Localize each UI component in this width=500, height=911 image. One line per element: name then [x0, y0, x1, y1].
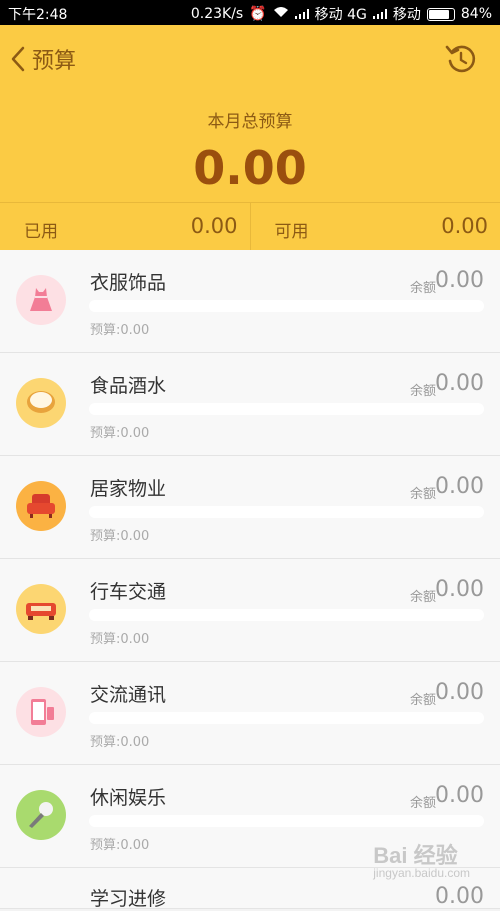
refresh-button[interactable]: [444, 42, 478, 80]
category-name: 休闲娱乐: [90, 783, 166, 810]
alarm-icon: ⏰: [249, 6, 266, 22]
category-row[interactable]: 衣服饰品 余额 0.00 预算:0.00: [0, 250, 500, 353]
status-icons: 0.23K/s ⏰ 移动 4G 移动 84%: [191, 4, 492, 24]
budget-text: 预算:0.00: [90, 628, 149, 647]
progress-bar: [89, 403, 484, 415]
monthly-budget-label: 本月总预算: [0, 107, 500, 132]
remain-value: 0.00: [435, 268, 484, 293]
budget-text: 预算:0.00: [90, 834, 149, 853]
category-name: 行车交通: [90, 577, 166, 604]
chevron-left-icon: [10, 46, 26, 72]
status-bar: 下午2:48 0.23K/s ⏰ 移动 4G 移动 84%: [0, 0, 500, 25]
microphone-icon: [16, 790, 66, 840]
remain-label: 余额: [410, 792, 436, 811]
category-name: 衣服饰品: [90, 268, 166, 295]
remain-value: 0.00: [435, 371, 484, 396]
remain-value: 0.00: [435, 474, 484, 499]
armchair-icon: [16, 481, 66, 531]
remain-value: 0.00: [435, 884, 484, 909]
budget-text: 预算:0.00: [90, 525, 149, 544]
category-row[interactable]: 食品酒水 余额 0.00 预算:0.00: [0, 353, 500, 456]
carrier-1: 移动 4G: [315, 4, 367, 24]
category-name: 居家物业: [90, 474, 166, 501]
used-value: 0.00: [191, 214, 238, 238]
budget-text: 预算:0.00: [90, 731, 149, 750]
used-label: 已用: [24, 217, 58, 242]
carrier-2: 移动: [393, 4, 421, 24]
remain-label: 余额: [410, 689, 436, 708]
available-value: 0.00: [441, 214, 488, 238]
progress-bar: [89, 815, 484, 827]
remain-label: 余额: [410, 277, 436, 296]
category-name: 交流通讯: [90, 680, 166, 707]
food-bowl-icon: [16, 378, 66, 428]
available-label: 可用: [275, 217, 309, 242]
remain-label: 余额: [410, 380, 436, 399]
category-row[interactable]: 居家物业 余额 0.00 预算:0.00: [0, 456, 500, 559]
remain-value: 0.00: [435, 680, 484, 705]
battery-percent: 84%: [461, 6, 492, 22]
progress-bar: [89, 712, 484, 724]
car-icon: [16, 584, 66, 634]
status-time: 下午2:48: [8, 4, 67, 24]
back-button[interactable]: 预算: [10, 43, 76, 75]
wifi-icon: [273, 6, 289, 22]
used-cell: 已用 0.00: [0, 203, 251, 251]
watermark: Bai 经验 jingyan.baidu.com: [373, 838, 470, 880]
available-cell: 可用 0.00: [251, 203, 500, 251]
category-name: 食品酒水: [90, 371, 166, 398]
dress-icon: [16, 275, 66, 325]
category-list: 衣服饰品 余额 0.00 预算:0.00 食品酒水 余额 0.00 预算:0.0…: [0, 250, 500, 909]
signal-icon: [373, 9, 387, 19]
remain-label: 余额: [410, 483, 436, 502]
progress-bar: [89, 609, 484, 621]
budget-summary: 已用 0.00 可用 0.00: [0, 202, 500, 251]
progress-bar: [89, 300, 484, 312]
remain-value: 0.00: [435, 783, 484, 808]
category-name: 学习进修: [90, 884, 166, 911]
budget-text: 预算:0.00: [90, 422, 149, 441]
network-speed: 0.23K/s: [191, 6, 243, 22]
remain-value: 0.00: [435, 577, 484, 602]
remain-label: 余额: [410, 586, 436, 605]
signal-icon: [295, 9, 309, 19]
watermark-sub: jingyan.baidu.com: [373, 866, 470, 880]
budget-header: 预算 本月总预算 0.00 已用 0.00 可用 0.00: [0, 25, 500, 250]
progress-bar: [89, 506, 484, 518]
battery-icon: [427, 8, 455, 21]
category-row[interactable]: 交流通讯 余额 0.00 预算:0.00: [0, 662, 500, 765]
phone-icon: [16, 687, 66, 737]
category-row[interactable]: 行车交通 余额 0.00 预算:0.00: [0, 559, 500, 662]
monthly-budget-value[interactable]: 0.00: [0, 141, 500, 195]
watermark-text: Bai 经验: [373, 843, 457, 868]
page-title: 预算: [32, 43, 76, 75]
refresh-icon: [444, 42, 478, 76]
budget-text: 预算:0.00: [90, 319, 149, 338]
